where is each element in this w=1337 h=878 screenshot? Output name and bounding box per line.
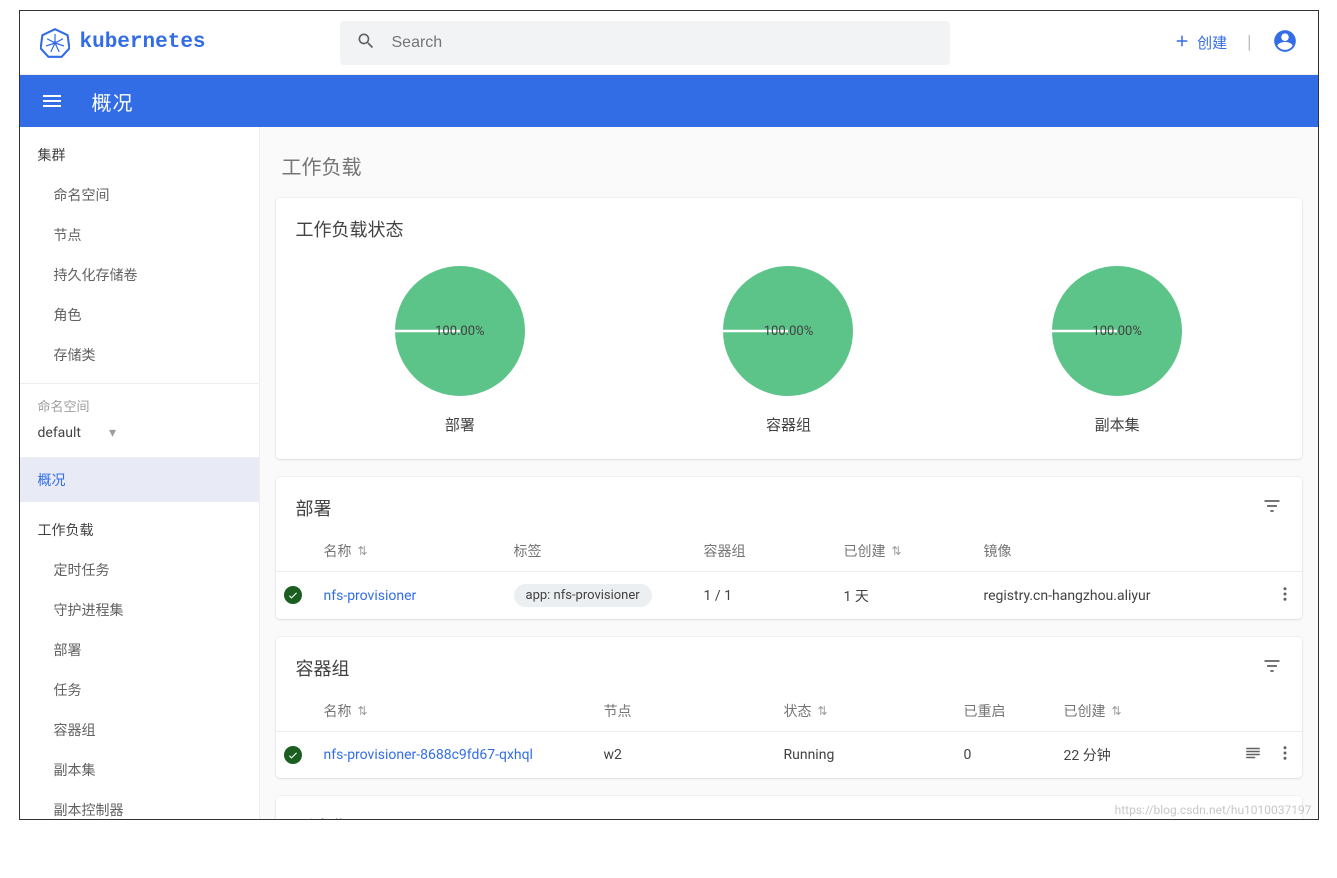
donut-pct: 100.00% — [1052, 266, 1182, 396]
search-icon — [356, 31, 376, 55]
card-title-status: 工作负载状态 — [296, 216, 404, 242]
sidebar-item-storageclasses[interactable]: 存储类 — [20, 335, 259, 375]
status-ok-icon — [284, 586, 302, 604]
chevron-down-icon: ▾ — [109, 425, 116, 441]
divider: | — [1245, 32, 1253, 53]
sidebar-head-workloads[interactable]: 工作负载 — [20, 510, 259, 550]
donut-deployments: 100.00% 部署 — [395, 266, 525, 435]
sidebar-item-deployments[interactable]: 部署 — [20, 630, 259, 670]
donut-label: 副本集 — [1052, 414, 1182, 435]
account-icon[interactable] — [1272, 28, 1298, 58]
cell-pods: 1 / 1 — [696, 572, 836, 620]
sidebar-item-rc[interactable]: 副本控制器 — [20, 790, 259, 819]
card-title-deployments: 部署 — [296, 495, 332, 521]
create-button[interactable]: 创建 — [1173, 32, 1227, 54]
bluebar: 概况 — [20, 75, 1318, 127]
sort-icon: ⇅ — [358, 704, 368, 718]
more-icon[interactable] — [1276, 744, 1294, 766]
th-status[interactable]: 状态⇅ — [776, 691, 956, 732]
card-title-replicasets: 副本集 — [296, 814, 350, 819]
sort-icon: ⇅ — [358, 544, 368, 558]
brand-title: kubernetes — [80, 31, 206, 54]
sidebar-item-roles[interactable]: 角色 — [20, 295, 259, 335]
namespace-select[interactable]: default ▾ — [20, 415, 259, 457]
th-labels[interactable]: 标签 — [506, 531, 696, 572]
th-pods[interactable]: 容器组 — [696, 531, 836, 572]
search-input[interactable] — [392, 34, 934, 52]
filter-icon[interactable] — [1262, 656, 1282, 680]
topbar: kubernetes 创建 | — [20, 11, 1318, 75]
sidebar-item-jobs[interactable]: 任务 — [20, 670, 259, 710]
sidebar: 集群 命名空间 节点 持久化存储卷 角色 存储类 命名空间 default ▾ … — [20, 127, 260, 819]
donut-replicasets: 100.00% 副本集 — [1052, 266, 1182, 435]
th-node[interactable]: 节点 — [596, 691, 776, 732]
filter-icon[interactable] — [1262, 496, 1282, 520]
donut-pct: 100.00% — [395, 266, 525, 396]
cell-status: Running — [776, 732, 956, 779]
th-restarts[interactable]: 已重启 — [956, 691, 1056, 732]
plus-icon — [1173, 32, 1191, 54]
table-row: nfs-provisioner-8688c9fd67-qxhql w2 Runn… — [276, 732, 1302, 779]
search-box[interactable] — [340, 21, 950, 65]
card-pods: 容器组 名称⇅ 节点 状态⇅ 已重启 已创建⇅ — [276, 637, 1302, 778]
content: 工作负载 工作负载状态 100.00% 部 — [260, 127, 1318, 819]
sidebar-item-pv[interactable]: 持久化存储卷 — [20, 255, 259, 295]
status-ok-icon — [284, 746, 302, 764]
cell-restarts: 0 — [956, 732, 1056, 779]
cell-age: 1 天 — [836, 572, 976, 620]
filter-icon[interactable] — [1262, 815, 1282, 819]
pod-name-link[interactable]: nfs-provisioner-8688c9fd67-qxhql — [324, 747, 533, 763]
namespace-value: default — [38, 425, 82, 441]
cell-node: w2 — [596, 732, 776, 779]
donut-pods: 100.00% 容器组 — [723, 266, 853, 435]
sidebar-item-pods[interactable]: 容器组 — [20, 710, 259, 750]
more-icon[interactable] — [1276, 585, 1294, 607]
menu-icon[interactable] — [40, 89, 64, 113]
kubernetes-logo-icon — [40, 28, 70, 58]
th-images[interactable]: 镜像 — [976, 531, 1252, 572]
sidebar-item-nodes[interactable]: 节点 — [20, 215, 259, 255]
cell-age: 22 分钟 — [1056, 732, 1212, 779]
sidebar-item-replicasets[interactable]: 副本集 — [20, 750, 259, 790]
th-age[interactable]: 已创建⇅ — [1056, 691, 1212, 732]
sort-icon: ⇅ — [1112, 704, 1122, 718]
label-chip: app: nfs-provisioner — [514, 584, 652, 607]
create-label: 创建 — [1197, 32, 1227, 53]
sidebar-item-daemonsets[interactable]: 守护进程集 — [20, 590, 259, 630]
th-name[interactable]: 名称⇅ — [316, 531, 506, 572]
brand[interactable]: kubernetes — [40, 28, 340, 58]
donut-label: 容器组 — [723, 414, 853, 435]
top-actions: 创建 | — [1173, 28, 1297, 58]
sidebar-item-cronjobs[interactable]: 定时任务 — [20, 550, 259, 590]
sidebar-head-cluster[interactable]: 集群 — [20, 135, 259, 175]
namespace-label: 命名空间 — [20, 384, 259, 415]
table-row: nfs-provisioner app: nfs-provisioner 1 /… — [276, 572, 1302, 620]
card-replicasets: 副本集 — [276, 796, 1302, 819]
sort-icon: ⇅ — [818, 704, 828, 718]
card-deployments: 部署 名称⇅ 标签 容器组 已创建⇅ 镜像 — [276, 477, 1302, 619]
sort-icon: ⇅ — [892, 544, 902, 558]
card-workload-status: 工作负载状态 100.00% 部署 — [276, 198, 1302, 459]
table-pods: 名称⇅ 节点 状态⇅ 已重启 已创建⇅ nfs-provisioner-8688… — [276, 691, 1302, 778]
page-title: 概况 — [92, 87, 134, 116]
section-title: 工作负载 — [276, 127, 1302, 198]
th-age[interactable]: 已创建⇅ — [836, 531, 976, 572]
card-title-pods: 容器组 — [296, 655, 350, 681]
sidebar-item-overview[interactable]: 概况 — [20, 458, 259, 502]
table-deployments: 名称⇅ 标签 容器组 已创建⇅ 镜像 nfs-provisioner app: … — [276, 531, 1302, 619]
sidebar-item-namespaces[interactable]: 命名空间 — [20, 175, 259, 215]
th-name[interactable]: 名称⇅ — [316, 691, 596, 732]
donut-pct: 100.00% — [723, 266, 853, 396]
donut-label: 部署 — [395, 414, 525, 435]
deployment-name-link[interactable]: nfs-provisioner — [324, 588, 417, 604]
logs-icon[interactable] — [1244, 744, 1262, 766]
cell-image: registry.cn-hangzhou.aliyur — [976, 572, 1252, 620]
